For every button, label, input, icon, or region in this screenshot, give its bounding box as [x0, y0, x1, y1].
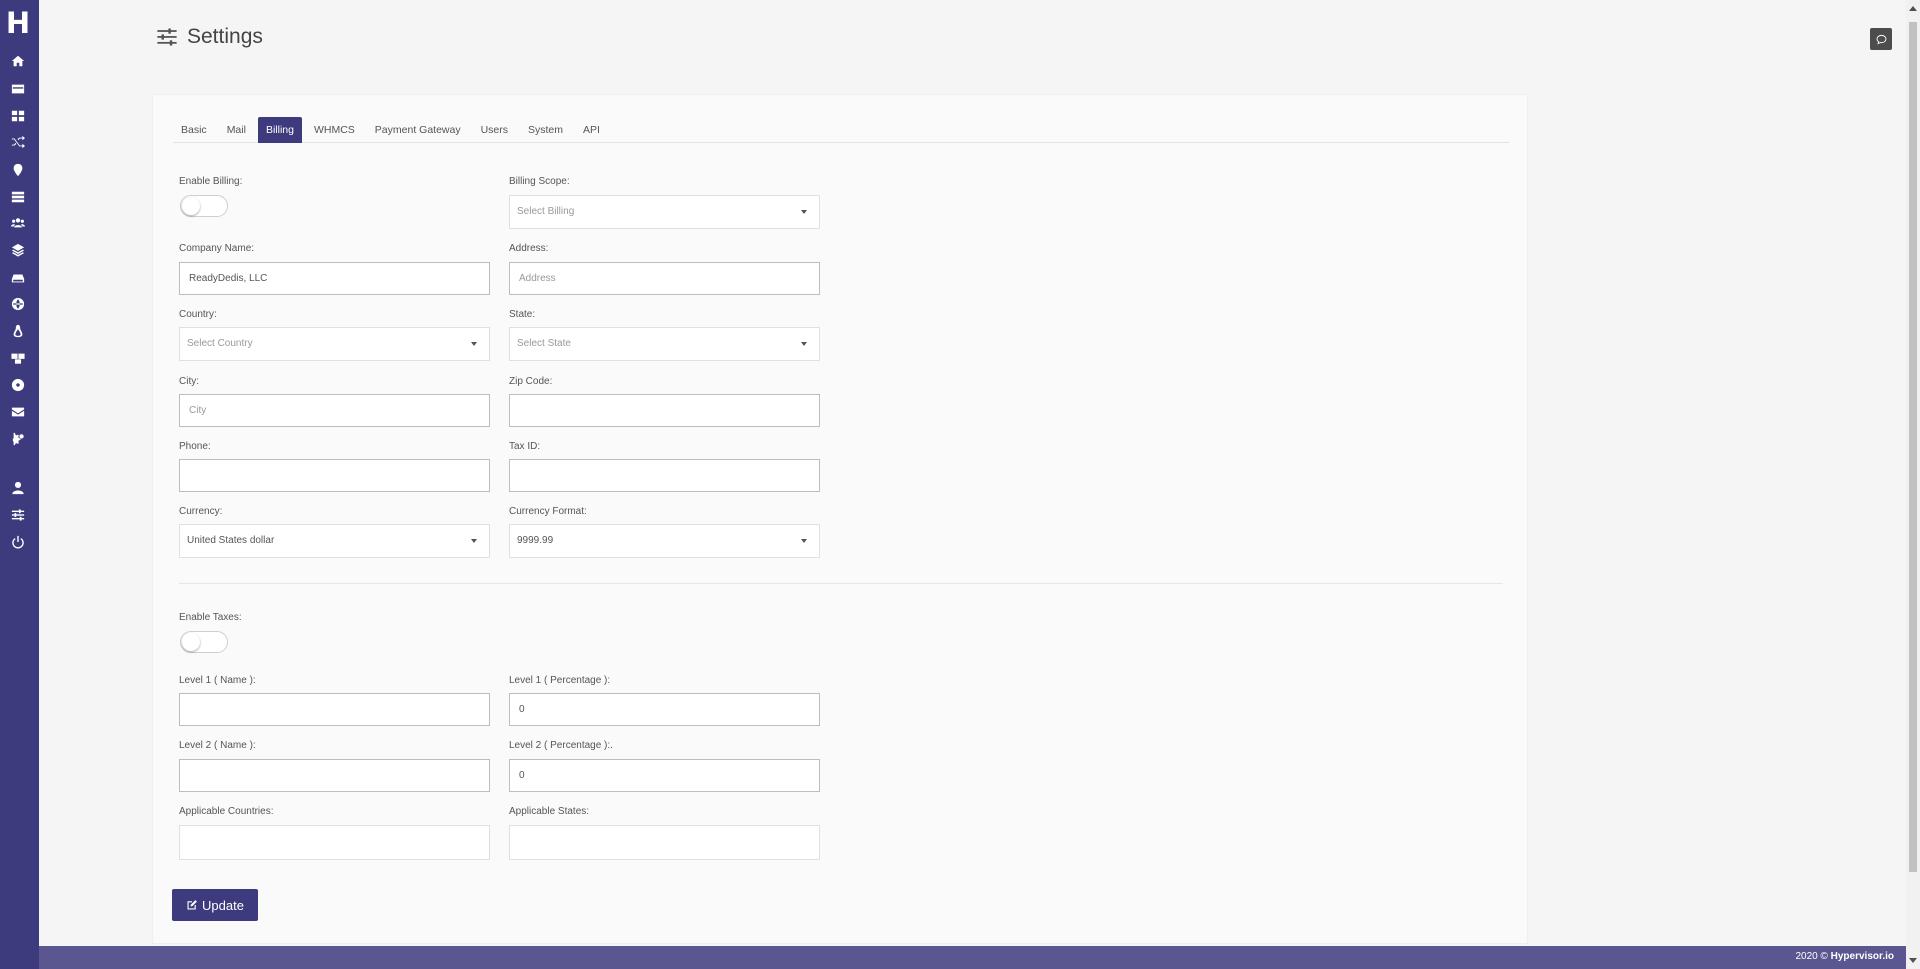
- grid-icon[interactable]: [0, 106, 36, 126]
- enable-billing-toggle[interactable]: [180, 195, 228, 217]
- sidebar: H: [0, 0, 39, 969]
- currency-format-select[interactable]: 9999.99: [509, 524, 820, 558]
- cogs-icon[interactable]: [0, 429, 36, 449]
- map-marker-icon[interactable]: [0, 160, 36, 180]
- update-button-label: Update: [202, 897, 244, 913]
- country-value: Select Country: [187, 338, 253, 349]
- footer-brand-link[interactable]: Hypervisor.io: [1831, 951, 1894, 962]
- toggle-knob: [182, 197, 200, 215]
- page-title: Settings: [187, 25, 263, 48]
- billing-scope-label: Billing Scope:: [509, 176, 570, 187]
- billing-scope-select[interactable]: Select Billing: [509, 195, 820, 229]
- level2-percentage-input[interactable]: 0: [509, 759, 820, 792]
- level1-percentage-input[interactable]: 0: [509, 693, 820, 726]
- linux-icon[interactable]: [0, 321, 36, 341]
- scrollbar-thumb[interactable]: [1909, 22, 1917, 872]
- user-icon[interactable]: [0, 478, 36, 498]
- envelope-icon[interactable]: [0, 402, 36, 422]
- toggle-knob: [182, 633, 200, 651]
- settings-card: Basic Mail Billing WHMCS Payment Gateway…: [152, 94, 1528, 944]
- level2-name-label: Level 2 ( Name ):: [179, 740, 256, 751]
- tab-basic[interactable]: Basic: [173, 117, 215, 143]
- country-select[interactable]: Select Country: [179, 327, 490, 361]
- layers-icon[interactable]: [0, 240, 36, 260]
- page-header: Settings: [156, 22, 263, 52]
- sliders-icon[interactable]: [0, 505, 36, 525]
- level2-name-input[interactable]: [179, 759, 490, 792]
- sliders-icon: [157, 28, 177, 46]
- applicable-countries-select[interactable]: [179, 825, 490, 860]
- tab-api[interactable]: API: [575, 117, 608, 143]
- vertical-scrollbar[interactable]: [1906, 0, 1920, 969]
- level1-name-input[interactable]: [179, 693, 490, 726]
- currency-value: United States dollar: [187, 535, 275, 546]
- city-label: City:: [179, 376, 199, 387]
- tab-payment-gateway[interactable]: Payment Gateway: [367, 117, 469, 143]
- level1-percentage-label: Level 1 ( Percentage ):: [509, 675, 611, 686]
- applicable-countries-label: Applicable Countries:: [179, 806, 274, 817]
- tab-whmcs[interactable]: WHMCS: [306, 117, 363, 143]
- tab-billing[interactable]: Billing: [257, 117, 302, 143]
- enable-taxes-toggle[interactable]: [180, 631, 228, 653]
- state-select[interactable]: Select State: [509, 327, 820, 361]
- edit-icon: [187, 900, 197, 910]
- footer: 2020 © Hypervisor.io: [39, 946, 1906, 969]
- currency-format-label: Currency Format:: [509, 506, 587, 517]
- phone-label: Phone:: [179, 441, 211, 452]
- level1-name-label: Level 1 ( Name ):: [179, 675, 256, 686]
- footer-year: 2020 ©: [1795, 951, 1828, 962]
- users-icon[interactable]: [0, 213, 36, 233]
- currency-select[interactable]: United States dollar: [179, 524, 490, 558]
- currency-format-value: 9999.99: [517, 535, 554, 546]
- level2-percentage-label: Level 2 ( Percentage ):.: [509, 740, 613, 751]
- city-input[interactable]: City: [179, 394, 490, 427]
- hdd-icon[interactable]: [0, 268, 36, 288]
- billing-scope-value: Select Billing: [517, 206, 575, 217]
- zip-code-label: Zip Code:: [509, 376, 553, 387]
- footer-copyright: 2020 © Hypervisor.io: [1795, 951, 1894, 962]
- section-divider: [179, 583, 1503, 584]
- tax-id-label: Tax ID:: [509, 441, 541, 452]
- phone-input[interactable]: [179, 459, 490, 492]
- tab-mail[interactable]: Mail: [219, 117, 254, 143]
- address-input[interactable]: Address: [509, 262, 820, 295]
- update-button[interactable]: Update: [172, 889, 258, 921]
- caret-down-icon: [471, 342, 477, 346]
- scroll-down-icon[interactable]: [1909, 958, 1917, 963]
- enable-taxes-label: Enable Taxes:: [179, 612, 242, 623]
- tax-id-input[interactable]: [509, 459, 820, 492]
- country-label: Country:: [179, 309, 217, 320]
- caret-down-icon: [801, 342, 807, 346]
- home-icon[interactable]: [0, 51, 36, 71]
- company-name-label: Company Name:: [179, 243, 255, 254]
- globe-icon[interactable]: [0, 294, 36, 314]
- zip-code-input[interactable]: [509, 394, 820, 427]
- state-value: Select State: [517, 338, 571, 349]
- chat-button[interactable]: [1870, 28, 1892, 50]
- caret-down-icon: [801, 539, 807, 543]
- applicable-states-label: Applicable States:: [509, 806, 590, 817]
- settings-tabs: Basic Mail Billing WHMCS Payment Gateway…: [173, 117, 1509, 143]
- chat-icon: [1876, 34, 1886, 44]
- caret-down-icon: [471, 539, 477, 543]
- tab-users[interactable]: Users: [473, 117, 516, 143]
- caret-down-icon: [801, 210, 807, 214]
- server-icon[interactable]: [0, 187, 36, 207]
- power-icon[interactable]: [0, 532, 36, 552]
- disc-icon[interactable]: [0, 375, 36, 395]
- enable-billing-label: Enable Billing:: [179, 176, 243, 187]
- brand-logo[interactable]: H: [0, 6, 36, 40]
- state-label: State:: [509, 309, 536, 320]
- scroll-up-icon[interactable]: [1909, 6, 1917, 11]
- boxes-icon[interactable]: [0, 348, 36, 368]
- company-name-input[interactable]: ReadyDedis, LLC: [179, 262, 490, 295]
- tab-system[interactable]: System: [520, 117, 571, 143]
- currency-label: Currency:: [179, 506, 223, 517]
- applicable-states-select[interactable]: [509, 825, 820, 860]
- address-label: Address:: [509, 243, 549, 254]
- credit-card-icon[interactable]: [0, 79, 36, 99]
- shuffle-icon[interactable]: [0, 132, 36, 152]
